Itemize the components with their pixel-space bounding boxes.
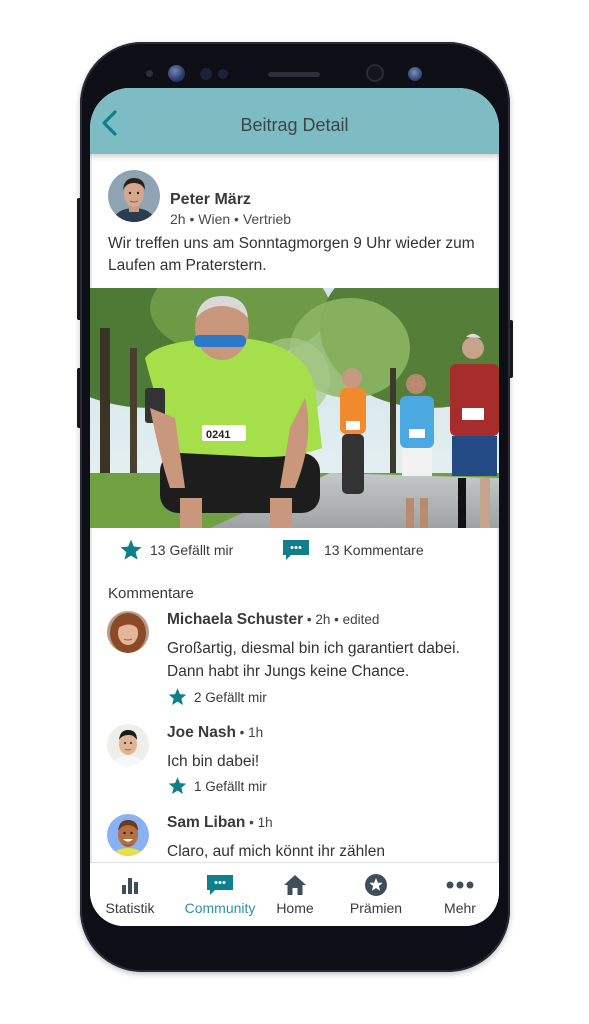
chat-bubble-icon	[207, 875, 233, 895]
commenter-name[interactable]: Joe Nash	[167, 724, 236, 741]
nav-label: Mehr	[444, 900, 476, 916]
comment-meta: • 1h	[245, 815, 273, 830]
nav-label: Statistik	[105, 900, 155, 916]
commenter-avatar[interactable]	[107, 814, 149, 856]
front-camera	[366, 64, 384, 82]
likes-count: 13 Gefällt mir	[150, 542, 234, 558]
nav-label: Home	[276, 900, 314, 916]
comment-meta: • 2h • edited	[303, 612, 380, 627]
post-meta: 2h • Wien • Vertrieb	[170, 211, 292, 227]
proximity-sensor	[146, 70, 153, 77]
like-button[interactable]: 13 Gefällt mir	[118, 538, 233, 562]
home-icon	[284, 875, 306, 895]
nav-label: Community	[184, 900, 256, 916]
person-photo-icon	[107, 724, 149, 766]
comment-bubble-icon	[283, 540, 309, 560]
star-icon	[168, 688, 187, 705]
post-image[interactable]: 0241	[90, 248, 499, 528]
nav-home[interactable]: Home	[255, 873, 335, 916]
comments-count: 13 Kommentare	[324, 542, 424, 558]
comments-button[interactable]: 13 Kommentare	[282, 538, 424, 562]
commenter-name[interactable]: Michaela Schuster	[167, 611, 303, 628]
nav-praemien[interactable]: Prämien	[336, 873, 416, 916]
post-detail-content[interactable]: Peter März 2h • Wien • Vertrieb Wir tref…	[90, 154, 499, 862]
bottom-navigation: Statistik Community Home Prämien Mehr	[90, 862, 499, 926]
more-dots-icon	[446, 881, 474, 889]
nav-community[interactable]: Community	[180, 873, 260, 916]
comment-text: Großartig, diesmal bin ich garantiert da…	[167, 640, 460, 680]
post-author-name[interactable]: Peter März	[170, 191, 251, 209]
comment-header: Sam Liban • 1h	[167, 814, 273, 832]
star-icon	[120, 539, 142, 560]
nav-mehr[interactable]: Mehr	[420, 873, 499, 916]
comment-header: Michaela Schuster • 2h • edited	[167, 611, 379, 629]
comment-like-button[interactable]: 1 Gefällt mir	[167, 776, 267, 796]
earpiece-speaker	[268, 72, 320, 77]
comments-heading: Kommentare	[108, 585, 194, 602]
person-photo-icon	[107, 611, 149, 653]
commenter-avatar[interactable]	[107, 611, 149, 653]
cartoon-avatar-icon	[107, 814, 149, 856]
star-circle-icon	[365, 874, 387, 896]
page-title: Beitrag Detail	[240, 115, 349, 135]
author-avatar[interactable]	[108, 170, 160, 222]
bar-chart-icon	[122, 878, 138, 894]
comment-meta: • 1h	[235, 725, 264, 740]
iris-scanner	[168, 65, 185, 82]
nav-label: Prämien	[349, 900, 403, 916]
comment-text: Claro, auf mich könnt ihr zählen	[167, 843, 385, 860]
comment-header: Joe Nash • 1h	[167, 724, 263, 742]
nav-statistik[interactable]: Statistik	[90, 873, 170, 916]
post-text: Wir treffen uns am Sonntagmorgen 9 Uhr w…	[108, 235, 475, 274]
post-actions: 13 Gefällt mir 13 Kommentare	[90, 538, 499, 564]
comment-like-button[interactable]: 2 Gefällt mir	[167, 687, 267, 707]
svg-text:0241: 0241	[206, 429, 230, 441]
sensor	[218, 69, 228, 79]
comment-text: Ich bin dabei!	[167, 753, 260, 770]
runners-photo: 0241	[90, 248, 499, 528]
app-screen: Beitrag Detail Peter März 2h • Wien • Ve…	[90, 88, 499, 926]
comment-likes-count: 1 Gefällt mir	[194, 778, 267, 794]
comment-likes-count: 2 Gefällt mir	[194, 689, 267, 705]
star-icon	[168, 777, 187, 794]
commenter-avatar[interactable]	[107, 724, 149, 766]
person-photo-icon	[108, 170, 160, 222]
commenter-name[interactable]: Sam Liban	[167, 814, 245, 831]
sensor	[200, 68, 212, 80]
top-app-bar: Beitrag Detail	[90, 88, 499, 154]
iris-camera	[408, 67, 422, 81]
